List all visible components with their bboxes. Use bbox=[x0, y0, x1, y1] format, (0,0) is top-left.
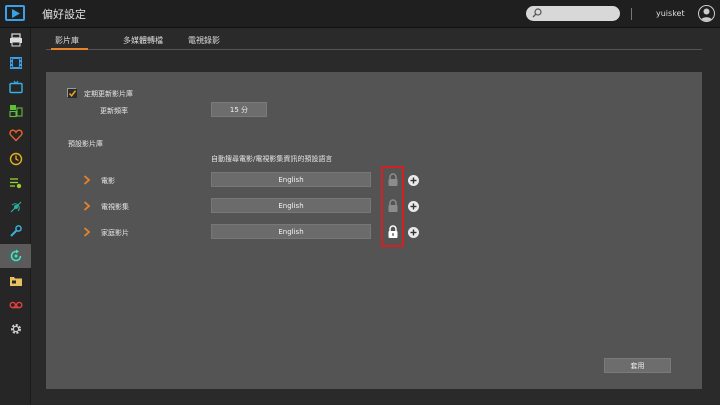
apply-button[interactable]: 套用 bbox=[604, 358, 671, 373]
gear-icon bbox=[10, 324, 21, 334]
heart-icon bbox=[8, 129, 23, 142]
library-name-tv[interactable]: 電視影集 bbox=[101, 202, 129, 212]
tab-bar: 影片庫 多媒體轉檔 電視錄影 bbox=[46, 32, 702, 50]
satellite-icon bbox=[10, 201, 21, 213]
library-name-home[interactable]: 家庭影片 bbox=[101, 228, 129, 238]
sidebar-item-tv[interactable] bbox=[0, 75, 31, 99]
media-library-icon bbox=[8, 105, 23, 118]
frequency-button[interactable]: 15 分 bbox=[211, 102, 267, 117]
printer-icon bbox=[9, 33, 22, 47]
tab-media-transcode[interactable]: 多媒體轉檔 bbox=[123, 35, 163, 50]
user-avatar-icon[interactable] bbox=[698, 5, 715, 22]
language-select-home[interactable]: English bbox=[211, 224, 371, 239]
preset-library-label: 預設影片庫 bbox=[68, 140, 103, 148]
language-select-tv[interactable]: English bbox=[211, 198, 371, 213]
sidebar-item-media[interactable] bbox=[0, 99, 31, 123]
playlist-icon bbox=[9, 178, 21, 189]
film-icon bbox=[9, 57, 22, 69]
library-name-movies[interactable]: 電影 bbox=[101, 176, 115, 186]
sidebar-item-print[interactable] bbox=[0, 28, 31, 52]
add-button-home[interactable] bbox=[408, 227, 419, 238]
settings-panel: 定期更新影片庫 更新頻率 15 分 預設影片庫 自動搜尋電影/電視影集資訊的預設… bbox=[46, 72, 702, 389]
tab-video-library[interactable]: 影片庫 bbox=[51, 35, 88, 50]
sidebar-item-recent[interactable] bbox=[0, 147, 31, 171]
sidebar-item-playlist[interactable] bbox=[0, 171, 31, 195]
sidebar-item-network[interactable] bbox=[0, 195, 31, 219]
plus-icon bbox=[410, 229, 417, 236]
sidebar-item-folders[interactable] bbox=[0, 269, 31, 293]
search-icon bbox=[532, 8, 542, 18]
sidebar-item-favorites[interactable] bbox=[0, 123, 31, 147]
search-input[interactable] bbox=[544, 6, 614, 21]
tv-icon bbox=[8, 80, 23, 94]
sidebar bbox=[0, 28, 31, 405]
add-button-movies[interactable] bbox=[408, 175, 419, 186]
app-logo-icon[interactable] bbox=[5, 5, 25, 21]
auto-update-checkbox[interactable] bbox=[67, 88, 77, 98]
sidebar-item-movies[interactable] bbox=[0, 51, 31, 75]
chevron-right-icon[interactable] bbox=[83, 201, 91, 211]
header-divider bbox=[631, 8, 632, 20]
folder-icon bbox=[9, 277, 22, 286]
refresh-icon bbox=[10, 249, 21, 262]
sidebar-item-recorder[interactable] bbox=[0, 293, 31, 317]
tab-tv-recording[interactable]: 電視錄影 bbox=[188, 35, 220, 50]
plus-icon bbox=[410, 177, 417, 184]
page-title: 偏好設定 bbox=[42, 8, 86, 21]
wrench-icon bbox=[9, 225, 22, 237]
lock-column-highlight bbox=[381, 166, 404, 247]
recorder-icon bbox=[9, 301, 22, 309]
language-select-movies[interactable]: English bbox=[211, 172, 371, 187]
frequency-label: 更新頻率 bbox=[100, 107, 128, 115]
language-header: 自動搜尋電影/電視影集資訊的預設語言 bbox=[211, 155, 333, 163]
chevron-right-icon[interactable] bbox=[83, 175, 91, 185]
auto-update-label: 定期更新影片庫 bbox=[84, 90, 133, 98]
sidebar-item-tools[interactable] bbox=[0, 219, 31, 243]
chevron-right-icon[interactable] bbox=[83, 227, 91, 237]
search-box[interactable] bbox=[526, 6, 620, 21]
top-bar: 偏好設定 yuisket bbox=[0, 0, 720, 28]
add-button-tv[interactable] bbox=[408, 201, 419, 212]
plus-icon bbox=[410, 203, 417, 210]
clock-icon bbox=[9, 152, 22, 166]
sidebar-item-preferences[interactable] bbox=[0, 244, 31, 268]
checkmark-icon bbox=[68, 89, 77, 98]
sidebar-item-settings[interactable] bbox=[0, 317, 31, 341]
username[interactable]: yuisket bbox=[656, 9, 685, 18]
